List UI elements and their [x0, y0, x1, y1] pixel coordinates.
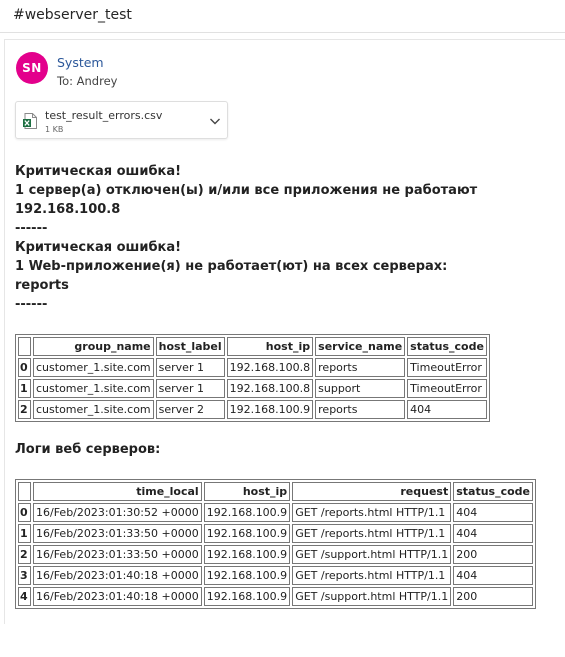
table-cell: 192.168.100.9 — [203, 545, 291, 564]
alert-line: ------ — [15, 221, 48, 236]
table-cell: 16/Feb/2023:01:30:52 +0000 — [33, 503, 202, 522]
alert-line: 1 сервер(а) отключен(ы) и/или все прилож… — [15, 183, 478, 198]
row-index: 1 — [18, 524, 31, 543]
column-header: service_name — [315, 337, 406, 356]
row-index: 2 — [18, 400, 31, 419]
table-cell: TimeoutError — [407, 358, 487, 377]
alert-message: Критическая ошибка! 1 сервер(а) отключен… — [15, 162, 477, 314]
column-header: status_code — [407, 337, 487, 356]
table-cell: reports — [315, 400, 406, 419]
table-row: 4 16/Feb/2023:01:40:18 +0000 192.168.100… — [18, 587, 533, 606]
table-cell: customer_1.site.com — [33, 400, 154, 419]
table-cell: 16/Feb/2023:01:33:50 +0000 — [33, 545, 202, 564]
table-cell: 404 — [453, 503, 533, 522]
logs-heading: Логи веб серверов: — [15, 442, 161, 457]
logs-table: time_local host_ip request status_code 0… — [15, 479, 536, 609]
row-index: 0 — [18, 503, 31, 522]
table-row: 0 customer_1.site.com server 1 192.168.1… — [18, 358, 487, 377]
table-cell: customer_1.site.com — [33, 358, 154, 377]
table-cell: 404 — [453, 566, 533, 585]
table-header-row: time_local host_ip request status_code — [18, 482, 533, 501]
table-cell: 404 — [453, 524, 533, 543]
table-cell: server 1 — [155, 358, 225, 377]
table-row: 2 customer_1.site.com server 2 192.168.1… — [18, 400, 487, 419]
column-header: host_label — [155, 337, 225, 356]
column-header: host_ip — [226, 337, 314, 356]
column-header: group_name — [33, 337, 154, 356]
row-index: 3 — [18, 566, 31, 585]
table-cell: TimeoutError — [407, 379, 487, 398]
sender-name[interactable]: System — [57, 55, 104, 70]
row-index: 0 — [18, 358, 31, 377]
row-index: 1 — [18, 379, 31, 398]
column-header — [18, 482, 31, 501]
table-cell: 200 — [453, 545, 533, 564]
table-cell: GET /support.html HTTP/1.1 — [292, 545, 452, 564]
email-subject: #webserver_test — [0, 0, 565, 33]
table-row: 3 16/Feb/2023:01:40:18 +0000 192.168.100… — [18, 566, 533, 585]
alert-line: reports — [15, 278, 69, 293]
table-cell: GET /reports.html HTTP/1.1 — [292, 566, 452, 585]
alert-line: 1 Web-приложение(я) не работает(ют) на в… — [15, 259, 448, 274]
status-table: group_name host_label host_ip service_na… — [15, 334, 490, 422]
table-cell: GET /reports.html HTTP/1.1 — [292, 503, 452, 522]
table-cell: customer_1.site.com — [33, 379, 154, 398]
table-cell: 192.168.100.9 — [203, 587, 291, 606]
alert-line: Критическая ошибка! — [15, 240, 182, 255]
column-header — [18, 337, 31, 356]
table-cell: GET /support.html HTTP/1.1 — [292, 587, 452, 606]
column-header: status_code — [453, 482, 533, 501]
column-header: host_ip — [203, 482, 291, 501]
table-cell: 192.168.100.9 — [226, 400, 314, 419]
table-cell: 200 — [453, 587, 533, 606]
chevron-down-icon[interactable] — [208, 114, 222, 128]
alert-line: 192.168.100.8 — [15, 202, 121, 217]
row-index: 4 — [18, 587, 31, 606]
table-row: 2 16/Feb/2023:01:33:50 +0000 192.168.100… — [18, 545, 533, 564]
row-index: 2 — [18, 545, 31, 564]
column-header: time_local — [33, 482, 202, 501]
excel-file-icon — [23, 113, 37, 129]
table-cell: support — [315, 379, 406, 398]
table-cell: 192.168.100.8 — [226, 358, 314, 377]
table-cell: 16/Feb/2023:01:40:18 +0000 — [33, 587, 202, 606]
table-cell: server 1 — [155, 379, 225, 398]
table-cell: 16/Feb/2023:01:40:18 +0000 — [33, 566, 202, 585]
alert-line: ------ — [15, 297, 48, 312]
alert-line: Критическая ошибка! — [15, 164, 182, 179]
table-cell: 16/Feb/2023:01:33:50 +0000 — [33, 524, 202, 543]
table-cell: 192.168.100.9 — [203, 524, 291, 543]
attachment-name: test_result_errors.csv — [45, 109, 163, 122]
table-cell: 192.168.100.9 — [203, 566, 291, 585]
table-cell: GET /reports.html HTTP/1.1 — [292, 524, 452, 543]
table-row: 1 customer_1.site.com server 1 192.168.1… — [18, 379, 487, 398]
sender-avatar[interactable]: SN — [16, 52, 48, 84]
table-row: 1 16/Feb/2023:01:33:50 +0000 192.168.100… — [18, 524, 533, 543]
table-row: 0 16/Feb/2023:01:30:52 +0000 192.168.100… — [18, 503, 533, 522]
recipient-line: To: Andrey — [57, 74, 118, 88]
attachment-size: 1 KB — [45, 125, 64, 134]
table-cell: reports — [315, 358, 406, 377]
table-cell: 192.168.100.9 — [203, 503, 291, 522]
table-cell: 404 — [407, 400, 487, 419]
column-header: request — [292, 482, 452, 501]
attachment-card[interactable]: test_result_errors.csv 1 KB — [15, 101, 228, 139]
table-cell: 192.168.100.8 — [226, 379, 314, 398]
table-header-row: group_name host_label host_ip service_na… — [18, 337, 487, 356]
table-cell: server 2 — [155, 400, 225, 419]
